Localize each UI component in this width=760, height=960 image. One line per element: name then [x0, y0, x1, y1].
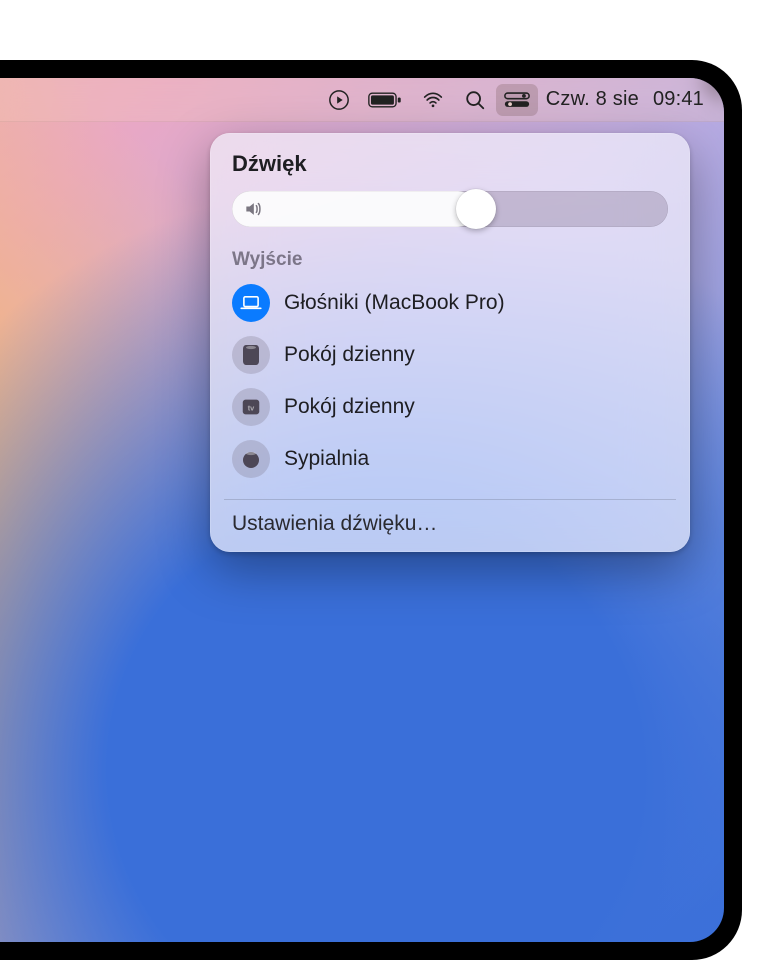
- appletv-icon: tv: [232, 388, 270, 426]
- laptop-icon: [232, 284, 270, 322]
- output-label: Sypialnia: [284, 447, 369, 471]
- menu-bar: Czw. 8 sie 09:41: [0, 78, 724, 122]
- wifi-menu[interactable]: [412, 84, 454, 116]
- svg-text:tv: tv: [248, 404, 255, 413]
- panel-title: Dźwięk: [210, 151, 690, 187]
- homepod-mini-icon: [232, 440, 270, 478]
- menubar-time[interactable]: 09:41: [647, 84, 710, 116]
- control-center-icon: [504, 91, 530, 109]
- slider-knob[interactable]: [456, 189, 496, 229]
- slider-fill: [232, 191, 476, 227]
- output-appletv-living[interactable]: tv Pokój dzienny: [222, 381, 678, 433]
- battery-menu[interactable]: [360, 84, 410, 116]
- output-label: Pokój dzienny: [284, 343, 415, 367]
- search-icon: [464, 89, 486, 111]
- sound-panel: Dźwięk Wyjście: [210, 133, 690, 552]
- wifi-icon: [420, 90, 446, 110]
- laptop-frame: Czw. 8 sie 09:41 Dźwięk Wyjście: [0, 60, 742, 960]
- output-label: Głośniki (MacBook Pro): [284, 291, 505, 315]
- menubar-date[interactable]: Czw. 8 sie: [540, 84, 645, 116]
- output-section-label: Wyjście: [210, 245, 690, 277]
- desktop-wallpaper: Czw. 8 sie 09:41 Dźwięk Wyjście: [0, 78, 724, 942]
- output-homepod-living[interactable]: Pokój dzienny: [222, 329, 678, 381]
- homepod-icon: [232, 336, 270, 374]
- volume-slider[interactable]: [232, 191, 668, 227]
- control-center-menu[interactable]: [496, 84, 538, 116]
- output-homepod-bedroom[interactable]: Sypialnia: [222, 433, 678, 485]
- output-list: Głośniki (MacBook Pro) Pokój dzienny: [210, 277, 690, 493]
- battery-icon: [368, 91, 402, 109]
- volume-icon: [242, 199, 264, 219]
- output-macbook-speakers[interactable]: Głośniki (MacBook Pro): [222, 277, 678, 329]
- play-circle-icon: [328, 89, 350, 111]
- sound-settings-link[interactable]: Ustawienia dźwięku…: [210, 502, 690, 542]
- panel-divider: [224, 499, 676, 500]
- now-playing-menu[interactable]: [320, 84, 358, 116]
- output-label: Pokój dzienny: [284, 395, 415, 419]
- spotlight-menu[interactable]: [456, 84, 494, 116]
